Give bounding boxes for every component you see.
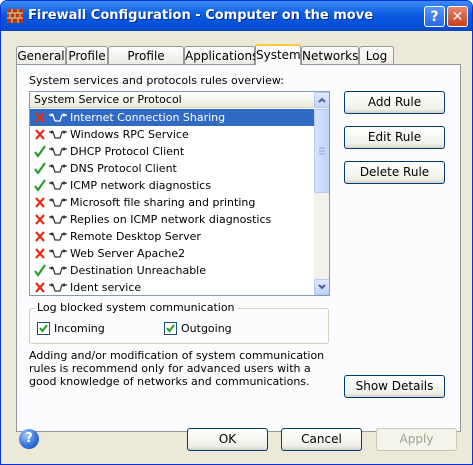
tab-general[interactable]: General [16,46,66,64]
rule-name: Internet Connection Sharing [70,111,226,124]
table-row[interactable]: DNS Protocol Client [30,160,314,177]
log-blocked-group: Log blocked system communication Incomin… [29,301,329,344]
blocked-cross-icon [35,282,45,293]
tab-log[interactable]: Log [359,46,394,64]
rule-name: DHCP Protocol Client [70,145,185,158]
title-bar[interactable]: Firewall Configuration - Computer on the… [1,1,472,31]
firewall-config-window: Firewall Configuration - Computer on the… [0,0,473,465]
list-scrollbar[interactable] [314,92,329,295]
table-row[interactable]: Destination Unreachable [30,262,314,279]
network-connection-icon [49,130,67,139]
dialog-client: General Profile Profile switch Applicati… [4,31,469,461]
scroll-up-button[interactable] [314,92,329,108]
network-connection-icon [49,215,67,224]
rule-name: ICMP network diagnostics [70,179,212,192]
network-connection-icon [49,113,67,122]
rule-name: Web Server Apache2 [70,247,186,260]
tab-system[interactable]: System [255,44,301,65]
table-row[interactable]: Remote Desktop Server [30,228,314,245]
allowed-check-icon [34,162,46,175]
allowed-check-icon [34,179,46,192]
rules-overview-label: System services and protocols rules over… [29,74,284,87]
ok-button[interactable]: OK [187,428,268,451]
tab-networks[interactable]: Networks [301,46,359,64]
network-connection-icon [49,164,67,173]
blocked-cross-icon [35,248,45,259]
title-close-button[interactable]: ✕ [447,6,468,27]
show-details-button[interactable]: Show Details [344,375,445,398]
delete-rule-button[interactable]: Delete Rule [344,161,445,184]
network-connection-icon [49,249,67,258]
network-connection-icon [49,283,67,292]
system-tab-panel: System services and protocols rules over… [16,64,461,432]
log-group-title: Log blocked system communication [35,301,237,314]
table-row[interactable]: Web Server Apache2 [30,245,314,262]
checkmark-icon [39,324,48,333]
network-connection-icon [49,181,67,190]
scroll-down-button[interactable] [314,279,329,295]
network-connection-icon [49,147,67,156]
cancel-button[interactable]: Cancel [281,428,362,451]
tab-applications[interactable]: Applications [184,46,258,64]
rule-name: Windows RPC Service [70,128,189,141]
network-connection-icon [49,232,67,241]
table-row[interactable]: DHCP Protocol Client [30,143,314,160]
rules-list[interactable]: System Service or Protocol Internet Conn… [29,91,330,296]
rule-name: Replies on ICMP network diagnostics [70,213,272,226]
grip-icon [319,147,325,155]
edit-rule-button[interactable]: Edit Rule [344,126,445,149]
blocked-cross-icon [35,231,45,242]
table-row[interactable]: Microsoft file sharing and printing [30,194,314,211]
incoming-checkbox[interactable] [37,322,50,335]
rule-name: Destination Unreachable [70,264,206,277]
tab-profile[interactable]: Profile [66,46,108,64]
scroll-thumb[interactable] [314,109,329,193]
chevron-up-icon [318,97,326,103]
table-row[interactable]: ICMP network diagnostics [30,177,314,194]
blocked-cross-icon [35,129,45,140]
table-row[interactable]: Ident service [30,279,314,295]
network-connection-icon [49,266,67,275]
rules-rows: Internet Connection Sharing Windows RPC S… [30,109,314,295]
apply-button[interactable]: Apply [376,428,457,451]
rule-name: DNS Protocol Client [70,162,177,175]
rule-name: Microsoft file sharing and printing [70,196,256,209]
blocked-cross-icon [35,197,45,208]
window-title: Firewall Configuration - Computer on the… [28,8,374,23]
outgoing-checkbox[interactable] [164,322,177,335]
advisory-text: Adding and/or modification of system com… [29,349,325,388]
list-column-header[interactable]: System Service or Protocol [30,92,314,108]
title-help-button[interactable]: ? [424,6,445,27]
network-connection-icon [49,198,67,207]
outgoing-label[interactable]: Outgoing [181,322,232,335]
add-rule-button[interactable]: Add Rule [344,91,445,114]
table-row[interactable]: Windows RPC Service [30,126,314,143]
incoming-label[interactable]: Incoming [54,322,105,335]
table-row[interactable]: Replies on ICMP network diagnostics [30,211,314,228]
allowed-check-icon [34,264,46,277]
table-row[interactable]: Internet Connection Sharing [30,109,314,126]
tab-profile-switch[interactable]: Profile switch [108,46,184,81]
checkmark-icon [166,324,175,333]
rule-name: Ident service [70,281,142,294]
help-icon[interactable]: ? [19,429,39,449]
allowed-check-icon [34,145,46,158]
firewall-app-icon [7,9,23,23]
blocked-cross-icon [35,214,45,225]
rule-name: Remote Desktop Server [70,230,201,243]
blocked-cross-icon [35,112,45,123]
chevron-down-icon [318,284,326,290]
